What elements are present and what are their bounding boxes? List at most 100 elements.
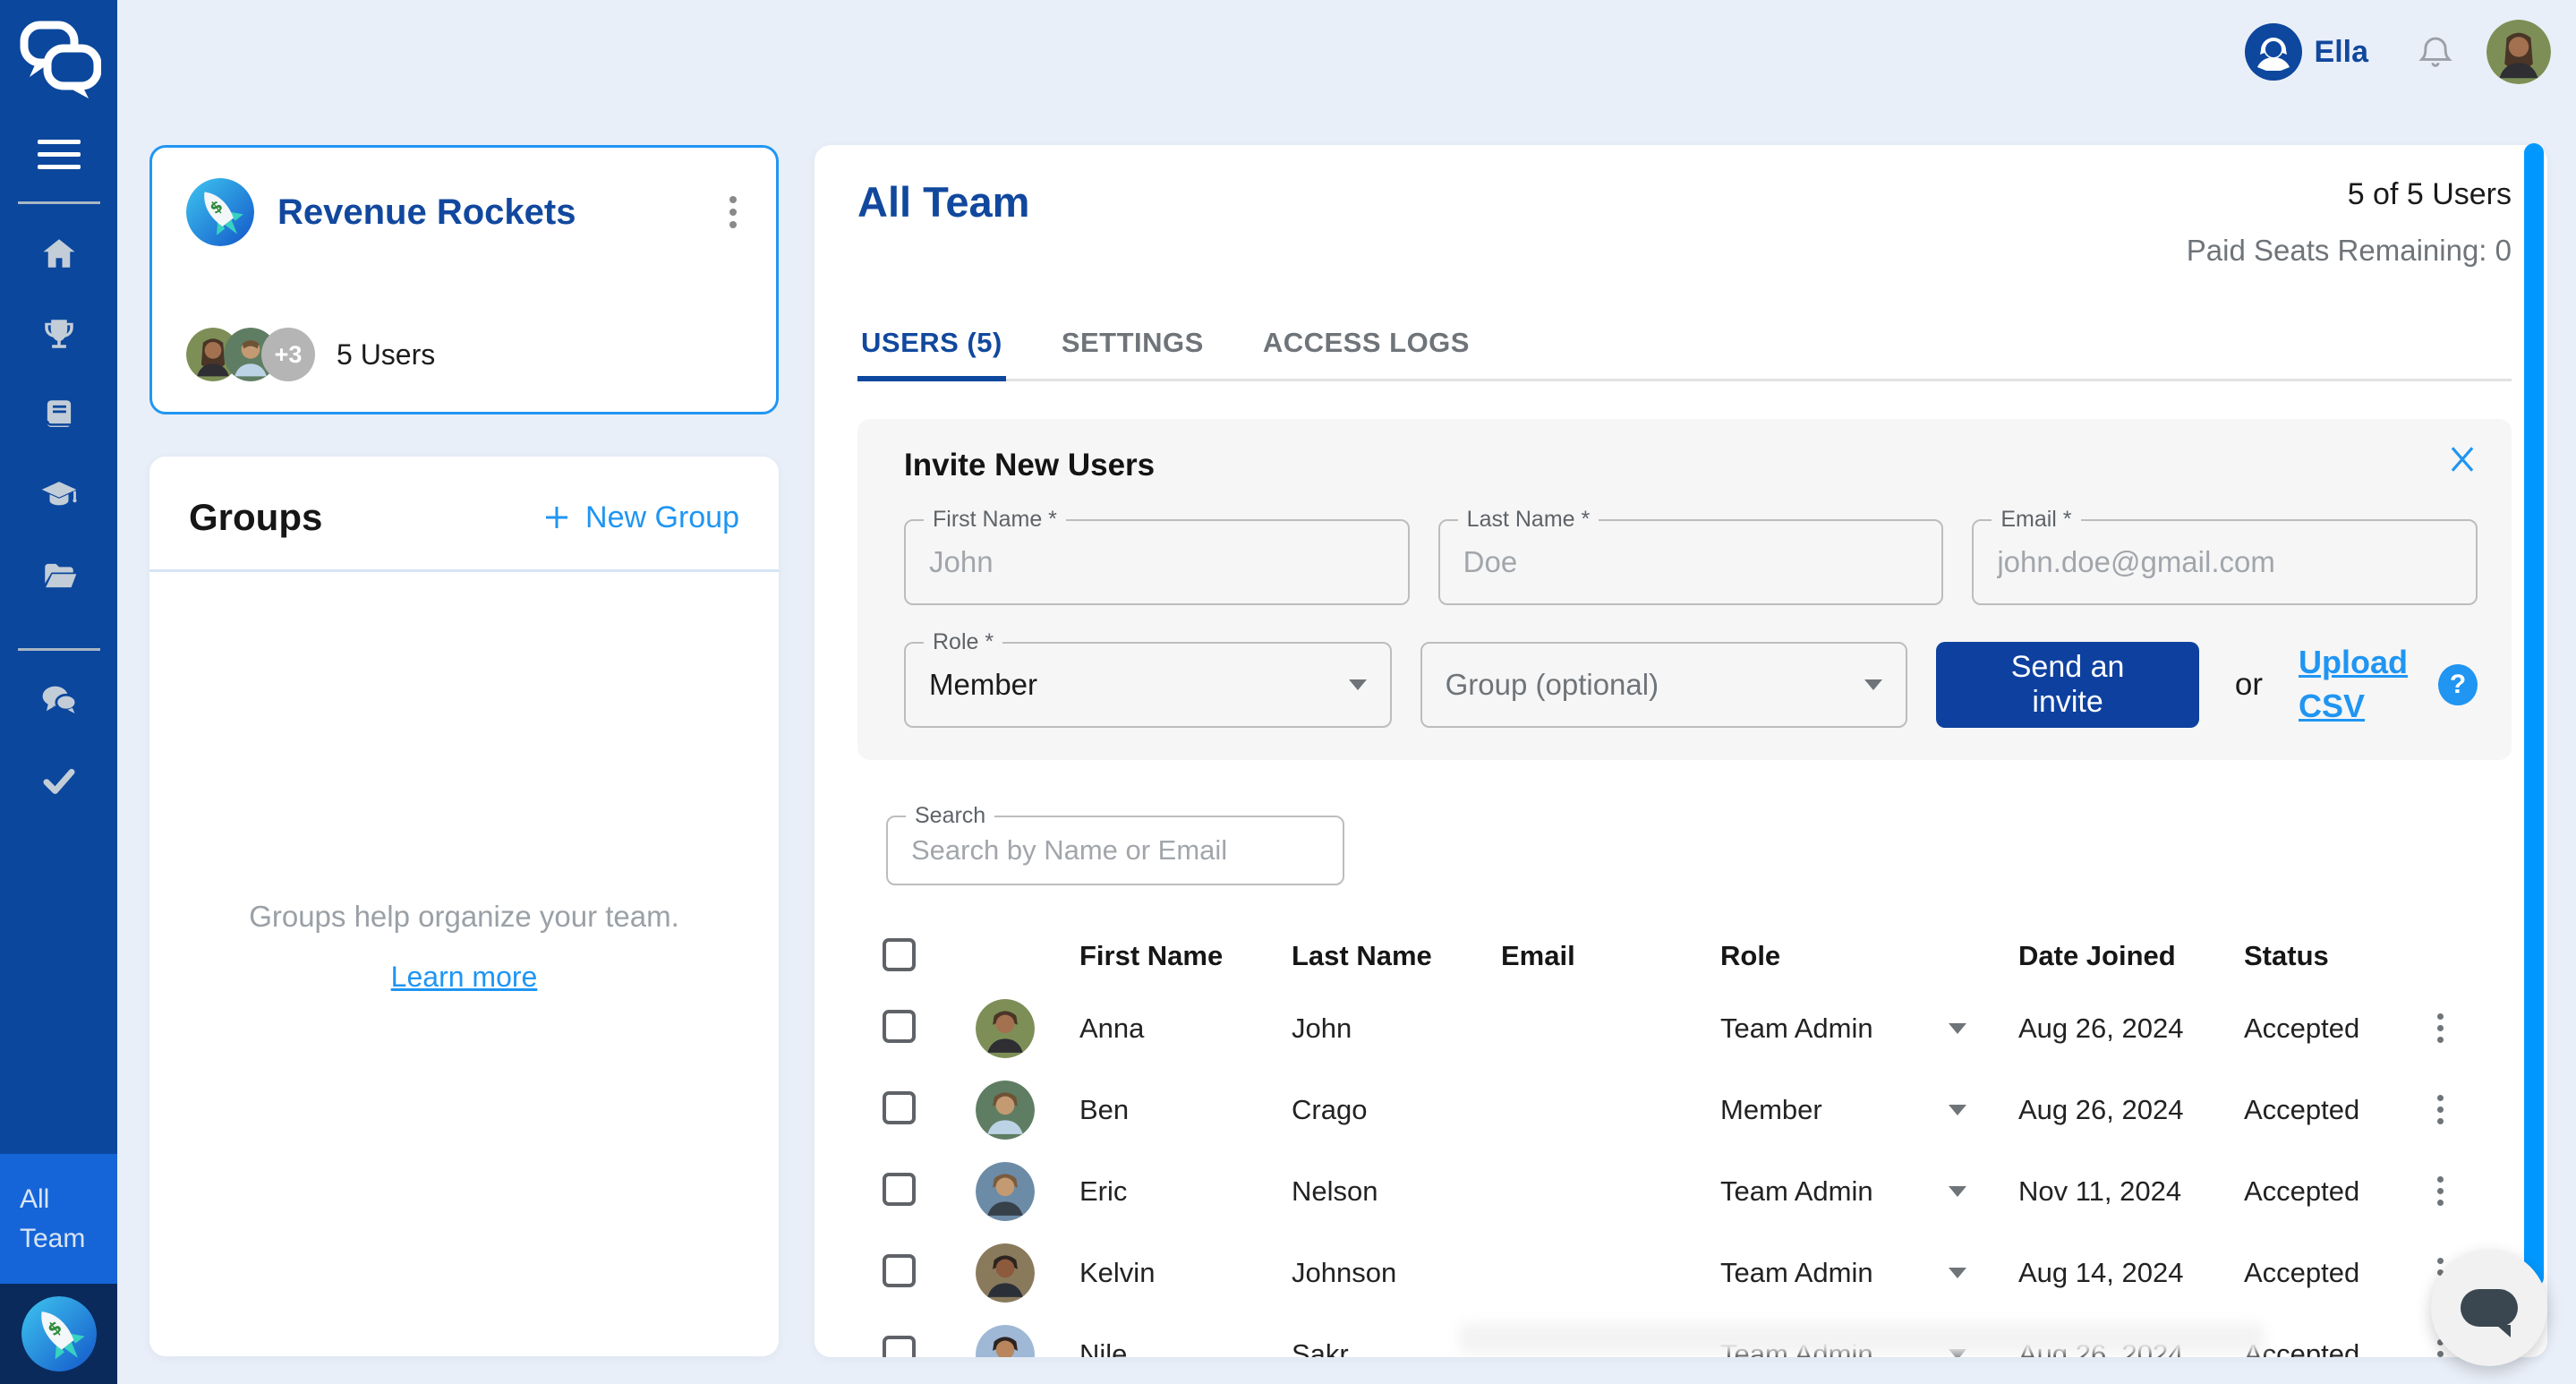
sidebar-item-check[interactable] <box>0 740 117 821</box>
new-group-label: New Group <box>585 500 739 535</box>
select-all-checkbox[interactable] <box>883 938 916 971</box>
groups-card: Groups New Group Groups help organize yo… <box>149 457 779 1356</box>
role-dropdown[interactable]: Team Admin <box>1720 1257 2018 1289</box>
cell-status: Accepted <box>2244 1094 2432 1126</box>
chevron-down-icon <box>1949 1023 1966 1034</box>
last-name-input[interactable] <box>1440 521 1942 603</box>
help-icon[interactable]: ? <box>2438 664 2478 705</box>
role-dropdown[interactable]: Team Admin <box>1720 1012 2018 1045</box>
user-photo-avatar <box>976 1162 1035 1221</box>
chat-launcher-button[interactable] <box>2431 1250 2547 1366</box>
all-team-label: All Team <box>20 1180 117 1258</box>
col-first-name: First Name <box>1079 940 1292 972</box>
left-column: $ Revenue Rockets +3 5 Users <box>149 145 779 1356</box>
row-checkbox[interactable] <box>883 1336 916 1357</box>
chevron-down-icon <box>1949 1186 1966 1197</box>
sidebar-item-home[interactable] <box>0 213 117 294</box>
team-card[interactable]: $ Revenue Rockets +3 5 Users <box>149 145 779 414</box>
sidebar-item-graduation-cap[interactable] <box>0 455 117 535</box>
cell-date-joined: Aug 26, 2024 <box>2018 1012 2244 1045</box>
table-row: Eric Nelson Team Admin Nov 11, 2024 Acce… <box>883 1150 2512 1232</box>
role-dropdown[interactable]: Team Admin <box>1720 1175 2018 1208</box>
menu-icon[interactable] <box>38 140 81 169</box>
table-row: Ben Crago Member Aug 26, 2024 Accepted <box>883 1069 2512 1150</box>
cell-first-name: Nile <box>1079 1338 1292 1357</box>
sidebar-divider <box>18 201 100 204</box>
profile-photo-avatar[interactable] <box>2486 20 2551 84</box>
email-field[interactable]: Email * <box>1972 519 2478 605</box>
upload-csv-link[interactable]: Upload CSV <box>2299 641 2410 728</box>
team-members-count: 5 Users <box>337 338 435 372</box>
row-menu-kebab-icon[interactable] <box>2432 1008 2449 1048</box>
users-count: 5 of 5 Users <box>2187 177 2512 212</box>
tab-bar: USERS (5) SETTINGS ACCESS LOGS <box>857 327 2512 381</box>
group-select[interactable]: Group (optional) <box>1420 642 1908 728</box>
users-table: First Name Last Name Email Role Date Joi… <box>883 925 2512 1357</box>
cell-first-name: Kelvin <box>1079 1257 1292 1289</box>
team-card-menu-kebab-icon[interactable] <box>724 191 742 234</box>
role-select[interactable]: Role * Member <box>904 642 1392 728</box>
cell-date-joined: Nov 11, 2024 <box>2018 1175 2244 1208</box>
cell-date-joined: Aug 26, 2024 <box>2018 1094 2244 1126</box>
rocket-avatar-icon: $ <box>186 178 254 246</box>
account-chip[interactable]: Ella <box>2245 23 2368 81</box>
row-checkbox[interactable] <box>883 1254 916 1287</box>
user-photo-avatar <box>976 1243 1035 1303</box>
sidebar-item-trophy[interactable] <box>0 294 117 374</box>
learn-more-link[interactable]: Learn more <box>391 961 538 994</box>
table-row: Anna John Team Admin Aug 26, 2024 Accept… <box>883 987 2512 1069</box>
role-selected-value: Member <box>929 668 1037 702</box>
chevron-down-icon <box>1949 1268 1966 1278</box>
last-name-field[interactable]: Last Name * <box>1438 519 1944 605</box>
row-checkbox[interactable] <box>883 1173 916 1206</box>
page-title: All Team <box>857 177 1029 226</box>
sidebar-item-book[interactable] <box>0 374 117 455</box>
invite-title: Invite New Users <box>904 448 2478 483</box>
cell-first-name: Anna <box>1079 1012 1292 1045</box>
cell-first-name: Ben <box>1079 1094 1292 1126</box>
tab-access-logs[interactable]: ACCESS LOGS <box>1259 327 1473 379</box>
sidebar-nav-primary <box>0 213 117 616</box>
topbar: Ella <box>2245 20 2551 84</box>
row-checkbox[interactable] <box>883 1091 916 1124</box>
notifications-bell-icon[interactable] <box>2415 31 2456 73</box>
table-header-row: First Name Last Name Email Role Date Joi… <box>883 925 2512 987</box>
search-field[interactable]: Search <box>886 816 1344 885</box>
send-invite-button[interactable]: Send an invite <box>1936 642 2199 728</box>
cell-last-name: John <box>1292 1012 1501 1045</box>
col-email: Email <box>1501 940 1720 972</box>
vertical-scrollbar[interactable] <box>2524 143 2544 1287</box>
first-name-input[interactable] <box>906 521 1408 603</box>
groups-empty-message: Groups help organize your team. <box>249 900 679 934</box>
cell-date-joined: Aug 14, 2024 <box>2018 1257 2244 1289</box>
graduation-cap-icon <box>40 476 78 514</box>
role-dropdown[interactable]: Member <box>1720 1094 2018 1126</box>
tab-settings[interactable]: SETTINGS <box>1058 327 1207 379</box>
close-icon[interactable] <box>2445 442 2479 476</box>
sidebar-item-chat[interactable] <box>0 660 117 740</box>
col-last-name: Last Name <box>1292 940 1501 972</box>
row-checkbox[interactable] <box>883 1010 916 1043</box>
all-team-panel: All Team 5 of 5 Users Paid Seats Remaini… <box>815 145 2547 1357</box>
sidebar: All Team $ <box>0 0 117 1384</box>
cell-first-name: Eric <box>1079 1175 1292 1208</box>
row-menu-kebab-icon[interactable] <box>2432 1089 2449 1130</box>
email-input[interactable] <box>1974 521 2476 603</box>
col-date-joined: Date Joined <box>2018 940 2244 972</box>
book-icon <box>40 396 78 433</box>
user-photo-avatar <box>976 1325 1035 1357</box>
check-icon <box>40 762 78 799</box>
sidebar-team-switcher[interactable]: $ <box>0 1284 117 1384</box>
trophy-icon <box>40 315 78 353</box>
sidebar-item-folder-open[interactable] <box>0 535 117 616</box>
sidebar-item-all-team[interactable]: All Team <box>0 1154 117 1284</box>
user-photo-avatar <box>976 1081 1035 1140</box>
cell-status: Accepted <box>2244 1175 2432 1208</box>
plus-icon <box>541 501 573 534</box>
cell-role: Team Admin <box>1720 1012 1873 1045</box>
row-menu-kebab-icon[interactable] <box>2432 1171 2449 1211</box>
new-group-button[interactable]: New Group <box>541 500 739 535</box>
tab-users[interactable]: USERS (5) <box>857 327 1006 379</box>
or-label: or <box>2235 667 2263 703</box>
first-name-field[interactable]: First Name * <box>904 519 1410 605</box>
